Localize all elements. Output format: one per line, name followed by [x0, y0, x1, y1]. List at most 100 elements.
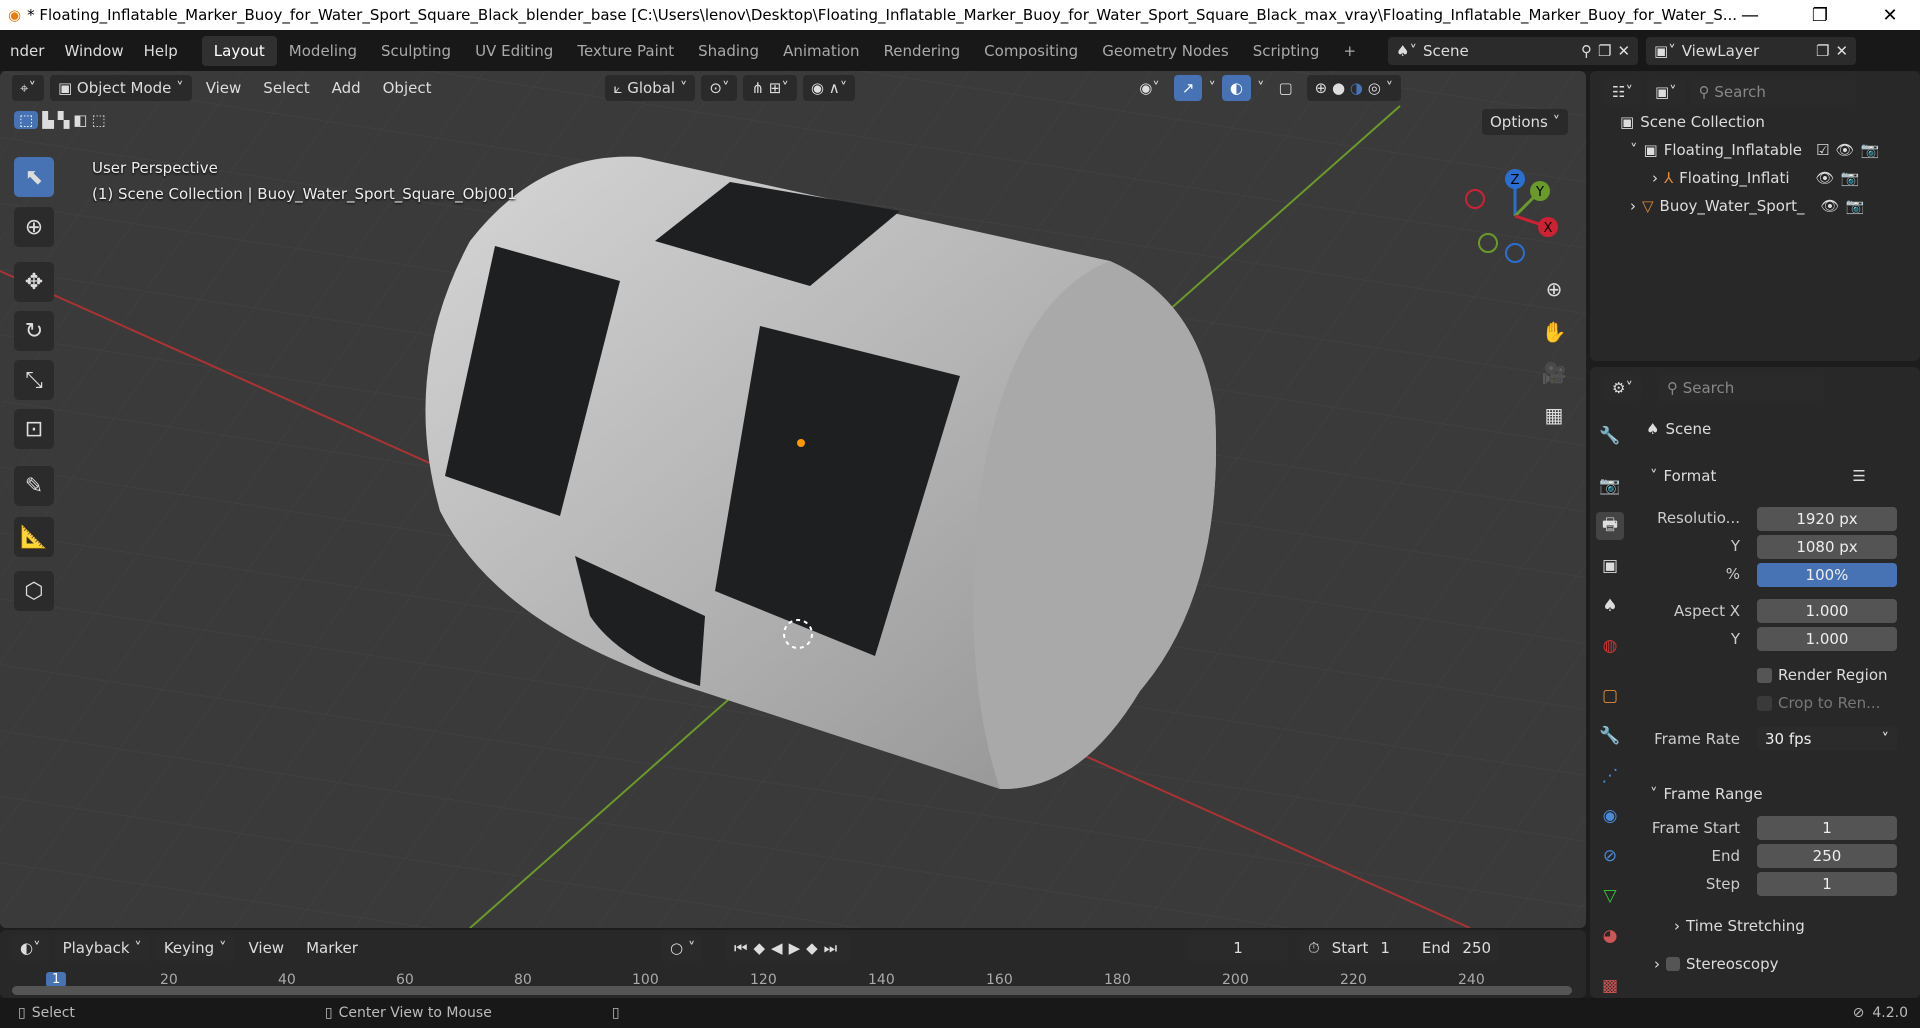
modifier-tab-icon[interactable]: 🔧 [1596, 722, 1624, 750]
render-tab-icon[interactable]: 📷 [1596, 472, 1624, 500]
select-box-tool-icon[interactable]: ⬉ [14, 157, 54, 197]
annotate-tool-icon[interactable]: ✎ [14, 466, 54, 506]
cursor-tool-icon[interactable]: ⊕ [14, 207, 54, 247]
constraints-tab-icon[interactable]: ⊘ [1596, 842, 1624, 870]
measure-tool-icon[interactable]: 📐 [14, 517, 54, 557]
menu-select[interactable]: Select [255, 75, 317, 101]
panel-time-stretching[interactable]: › Time Stretching [1674, 917, 1805, 935]
outliner-item[interactable]: › ⅄ Floating_Inflati 👁 📷 [1652, 169, 1859, 187]
pan-hand-icon[interactable]: ✋ [1536, 314, 1572, 350]
resolution-x-field[interactable]: 1920 px [1757, 507, 1897, 531]
frame-start-field[interactable]: 1 [1757, 816, 1897, 840]
particles-tab-icon[interactable]: ⋰ [1596, 762, 1624, 790]
grid-perspective-icon[interactable]: ▦ [1536, 397, 1572, 433]
tab-modeling[interactable]: Modeling [277, 36, 369, 66]
eye-icon[interactable]: 👁 [1821, 197, 1840, 215]
playhead[interactable]: 1 [46, 972, 67, 987]
outliner-item[interactable]: › ▽ Buoy_Water_Sport_ 👁 📷 [1630, 197, 1864, 215]
zoom-icon[interactable]: ⊕ [1536, 271, 1572, 307]
editor-type-icon[interactable]: ⚙˅ [1604, 375, 1641, 401]
auto-key-icon[interactable]: ○ ˅ [662, 935, 704, 961]
timeline-ruler[interactable]: 1 20 40 60 80 100 120 140 160 180 200 220 240 [0, 972, 1586, 996]
camera-icon[interactable]: 🎥 [1536, 355, 1572, 391]
tool-tab-icon[interactable]: 🔧 [1596, 422, 1624, 450]
snap-icon[interactable]: ⋔ ⊞˅ [743, 75, 797, 101]
outliner-item[interactable]: ˅ ▣ Floating_Inflatable ☑ 👁 📷 [1630, 141, 1879, 159]
tab-compositing[interactable]: Compositing [972, 36, 1090, 66]
tab-rendering[interactable]: Rendering [872, 36, 973, 66]
outliner-search[interactable]: ⚲ Search [1690, 79, 1856, 105]
output-tab-icon[interactable]: 🖶 [1596, 512, 1624, 540]
resolution-percent-slider[interactable]: 100% [1757, 563, 1897, 587]
transform-tool-icon[interactable]: ⊡ [14, 409, 54, 449]
editor-type-icon[interactable]: ◐˅ [12, 935, 49, 961]
filter-icon[interactable]: ▣˅ [1646, 79, 1685, 105]
aspect-y-field[interactable]: 1.000 [1757, 627, 1897, 651]
menu-window[interactable]: Window [54, 42, 133, 60]
view-layer-selector[interactable]: ▣˅ ViewLayer ❐ ✕ [1646, 36, 1857, 65]
add-cube-tool-icon[interactable]: ⬡ [14, 571, 54, 611]
menu-keying[interactable]: Keying ˅ [155, 935, 235, 961]
scene-tab-icon[interactable]: ♠ [1596, 592, 1624, 620]
menu-render[interactable]: nder [0, 42, 54, 60]
frame-range-fields[interactable]: ⏱ Start 1 End 250 [1300, 935, 1500, 961]
camera-icon[interactable]: 📷 [1841, 169, 1860, 187]
scene-selector[interactable]: ♠˅ Scene ⚲ ❐ ✕ [1388, 36, 1639, 65]
checkbox[interactable] [1757, 695, 1772, 711]
tab-uv-editing[interactable]: UV Editing [463, 36, 565, 66]
pin-icon[interactable]: ⚲ [1581, 42, 1592, 60]
eye-icon[interactable]: 👁 [1835, 141, 1854, 159]
playback-controls[interactable]: ⏮◆◀▶◆⏭ [726, 935, 852, 961]
render-region-checkbox[interactable]: Render Region [1757, 666, 1888, 684]
editor-type-icon[interactable]: ⌖˅ [12, 75, 44, 101]
tab-sculpting[interactable]: Sculpting [369, 36, 463, 66]
menu-add[interactable]: Add [324, 75, 369, 101]
proportional-edit-icon[interactable]: ◉ ∧˅ [802, 75, 856, 101]
select-mode-buttons[interactable]: ⬚ ▙ ▚ ◧ ⬚ [14, 111, 106, 129]
data-tab-icon[interactable]: ▽ [1596, 882, 1624, 910]
display-mode-icon[interactable]: ☷˅ [1604, 79, 1641, 105]
menu-marker[interactable]: Marker [298, 935, 366, 961]
object-tab-icon[interactable]: ▢ [1596, 682, 1624, 710]
camera-icon[interactable]: 📷 [1846, 197, 1865, 215]
close-button[interactable]: ✕ [1860, 0, 1920, 30]
move-tool-icon[interactable]: ✥ [14, 262, 54, 302]
tab-scripting[interactable]: Scripting [1241, 36, 1332, 66]
tab-texture-paint[interactable]: Texture Paint [565, 36, 686, 66]
tab-layout[interactable]: Layout [201, 35, 277, 66]
properties-search[interactable]: ⚲ Search [1658, 375, 1824, 401]
menu-view[interactable]: View [240, 935, 292, 961]
navigation-gizmo[interactable]: Z Y X [1460, 161, 1570, 271]
overlays-toggle-icon[interactable]: ◐ [1221, 75, 1251, 101]
aspect-x-field[interactable]: 1.000 [1757, 599, 1897, 623]
frame-end-field[interactable]: 250 [1757, 844, 1897, 868]
crop-checkbox[interactable]: Crop to Ren... [1757, 694, 1880, 712]
outliner-root[interactable]: ▣ Scene Collection [1620, 113, 1765, 131]
transform-orientation[interactable]: ⟀ Global ˅ [605, 75, 696, 101]
menu-help[interactable]: Help [134, 42, 188, 60]
end-value[interactable]: 250 [1462, 939, 1491, 957]
texture-tab-icon[interactable]: ▩ [1596, 972, 1624, 1000]
menu-view[interactable]: View [198, 75, 250, 101]
list-icon[interactable]: ☰ [1852, 467, 1865, 485]
visibility-icon[interactable]: ◉˅ [1131, 75, 1168, 101]
x-icon[interactable]: ✕ [1835, 42, 1848, 60]
checkbox-icon[interactable]: ☑ [1816, 141, 1829, 159]
tab-geometry-nodes[interactable]: Geometry Nodes [1090, 36, 1241, 66]
copy-icon[interactable]: ❐ [1816, 42, 1829, 60]
mode-selector[interactable]: ▣ Object Mode ˅ [49, 75, 192, 101]
restore-button[interactable]: ❐ [1790, 0, 1850, 30]
menu-object[interactable]: Object [375, 75, 440, 101]
tab-shading[interactable]: Shading [686, 36, 771, 66]
3d-viewport[interactable]: ⌖˅ ▣ Object Mode ˅ View Select Add Objec… [0, 71, 1586, 928]
pivot-icon[interactable]: ⊙˅ [701, 75, 738, 101]
panel-stereoscopy[interactable]: › Stereoscopy [1654, 955, 1779, 973]
gizmo-toggle-icon[interactable]: ↗ [1173, 75, 1203, 101]
copy-icon[interactable]: ❐ [1598, 42, 1611, 60]
shading-modes[interactable]: ⊕ ● ◑ ◎ ˅ [1306, 75, 1402, 101]
menu-playback[interactable]: Playback ˅ [54, 935, 150, 961]
xray-icon[interactable]: ▢ [1270, 75, 1300, 101]
current-frame-field[interactable]: 1 [1188, 935, 1288, 961]
options-button[interactable]: Options ˅ [1482, 109, 1569, 135]
camera-icon[interactable]: 📷 [1861, 141, 1880, 159]
